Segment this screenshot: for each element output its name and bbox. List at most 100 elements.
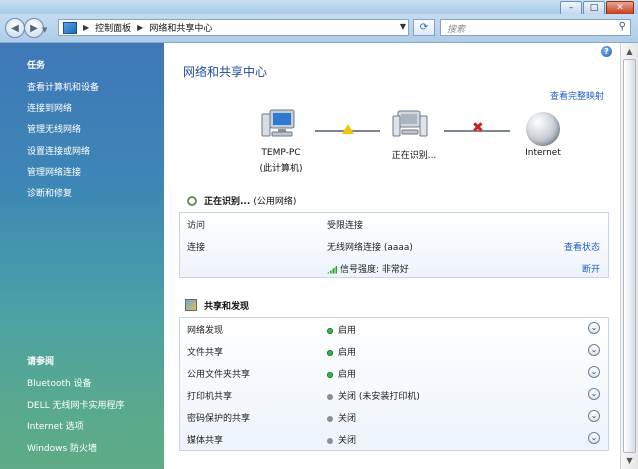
this-computer-label: (此计算机) [259, 164, 303, 174]
status-on-icon [327, 349, 333, 356]
search-icon[interactable]: ⚲ [619, 21, 626, 32]
password-sharing-value: 关闭 [327, 411, 356, 424]
sharing-icon [185, 299, 197, 311]
access-value: 受限连接 [327, 221, 364, 231]
back-button[interactable]: ◀ [5, 18, 25, 38]
status-off-icon [327, 437, 333, 444]
file-sharing-status: 启用 [338, 348, 357, 358]
scroll-up-icon[interactable]: ▲ [623, 45, 636, 58]
sidebar-link-dell-wireless[interactable]: DELL 无线网卡实用程序 [27, 398, 125, 411]
public-folder-sharing-label: 公用文件夹共享 [187, 370, 251, 380]
search-placeholder: 搜索 [447, 25, 466, 35]
help-icon[interactable]: ? [601, 46, 612, 57]
printer-sharing-status: 关闭 (未安装打印机) [338, 392, 420, 402]
sidebar-link-connect-network[interactable]: 连接到网络 [27, 101, 72, 114]
breadcrumb-network-center[interactable]: 网络和共享中心 [149, 21, 212, 34]
chevron-down-icon: ⌄ [590, 367, 598, 376]
password-sharing-label: 密码保护的共享 [187, 414, 251, 424]
public-folder-sharing-status: 启用 [338, 370, 357, 380]
view-full-map-link[interactable]: 查看完整映射 [550, 89, 604, 102]
sharing-header: 共享和发现 [204, 302, 250, 312]
warning-icon[interactable] [342, 124, 354, 134]
signal-strength-text: 信号强度: 非常好 [340, 265, 409, 275]
address-bar[interactable]: ▶ 控制面板 ▶ 网络和共享中心 ▼ [58, 19, 409, 36]
back-arrow-icon: ◀ [11, 22, 19, 34]
sharing-panel: 网络发现 启用 ⌄ 文件共享 启用 ⌄ 公用文件夹共享 启用 ⌄ 打印机共享 关… [179, 317, 609, 451]
sidebar-link-manage-connections[interactable]: 管理网络连接 [27, 165, 81, 178]
internet-globe-icon [526, 112, 560, 146]
network-discovery-status: 启用 [338, 326, 357, 336]
network-computers-icon [392, 110, 428, 137]
expand-button[interactable]: ⌄ [588, 322, 600, 334]
refresh-button[interactable]: ⟳ [413, 19, 435, 36]
media-sharing-value: 关闭 [327, 433, 356, 446]
forward-arrow-icon: ▶ [30, 22, 38, 34]
sidebar-link-firewall[interactable]: Windows 防火墙 [27, 441, 97, 454]
status-on-icon [327, 371, 333, 378]
network-type: (公用网络) [253, 197, 297, 207]
expand-button[interactable]: ⌄ [588, 388, 600, 400]
status-off-icon [327, 415, 333, 422]
printer-sharing-value: 关闭 (未安装打印机) [327, 389, 420, 402]
breadcrumb-control-panel[interactable]: 控制面板 [95, 21, 131, 34]
chevron-down-icon: ⌄ [590, 323, 598, 332]
network-details-panel: 访问 受限连接 连接 无线网络连接 (aaaa) 查看状态 信号强度: 非常好 … [179, 212, 609, 278]
status-off-icon [327, 393, 333, 400]
recent-pages-icon[interactable]: ▼ [42, 26, 47, 34]
sidebar: 任务 查看计算机和设备 连接到网络 管理无线网络 设置连接或网络 管理网络连接 … [0, 43, 164, 469]
media-sharing-label: 媒体共享 [187, 436, 224, 446]
vertical-scrollbar[interactable]: ▲ ▼ [620, 43, 638, 469]
connection-label: 连接 [187, 243, 206, 253]
window-controls: – □ ✕ [560, 1, 634, 15]
sidebar-link-setup-connection[interactable]: 设置连接或网络 [27, 144, 90, 157]
disconnected-x-icon[interactable]: ✖ [472, 120, 484, 136]
title-bar: – □ ✕ [0, 0, 638, 15]
sidebar-link-view-computers[interactable]: 查看计算机和设备 [27, 80, 99, 93]
sidebar-link-bluetooth[interactable]: Bluetooth 设备 [27, 376, 92, 389]
sidebar-link-internet-options[interactable]: Internet 选项 [27, 419, 84, 432]
scroll-thumb[interactable] [623, 59, 636, 453]
media-sharing-status: 关闭 [338, 436, 357, 446]
chevron-down-icon: ⌄ [590, 433, 598, 442]
this-computer-name: TEMP-PC [261, 148, 301, 158]
refresh-icon: ⟳ [419, 22, 429, 33]
forward-button[interactable]: ▶ [24, 18, 44, 38]
chevron-down-icon: ⌄ [590, 389, 598, 398]
network-discovery-value: 启用 [327, 323, 356, 336]
status-on-icon [327, 327, 333, 334]
sidebar-link-diagnose[interactable]: 诊断和修复 [27, 186, 72, 199]
main-content: ? 网络和共享中心 查看完整映射 TEMP-PC (此计算机) 正在识别... … [164, 43, 620, 469]
chevron-down-icon: ⌄ [590, 411, 598, 420]
file-sharing-value: 启用 [327, 345, 356, 358]
public-folder-sharing-value: 启用 [327, 367, 356, 380]
computer-icon [261, 109, 295, 137]
sidebar-link-manage-wireless[interactable]: 管理无线网络 [27, 122, 81, 135]
tasks-header: 任务 [27, 61, 46, 71]
network-name-heading: 正在识别... (公用网络) [204, 194, 296, 207]
search-input[interactable]: 搜索 ⚲ [440, 19, 631, 36]
minimize-button[interactable]: – [560, 1, 582, 15]
expand-button[interactable]: ⌄ [588, 410, 600, 422]
navigation-bar: ◀ ▶ ▼ ▶ 控制面板 ▶ 网络和共享中心 ▼ ⟳ 搜索 ⚲ [0, 14, 638, 43]
breadcrumb-arrow-icon[interactable]: ▶ [137, 23, 143, 32]
scroll-down-icon[interactable]: ▼ [623, 454, 636, 467]
file-sharing-label: 文件共享 [187, 348, 224, 358]
network-discovery-label: 网络发现 [187, 326, 224, 336]
printer-sharing-label: 打印机共享 [187, 392, 233, 402]
expand-button[interactable]: ⌄ [588, 344, 600, 356]
breadcrumb-arrow-icon[interactable]: ▶ [83, 23, 89, 32]
access-label: 访问 [187, 221, 206, 231]
close-button[interactable]: ✕ [606, 1, 634, 15]
disconnect-link[interactable]: 断开 [582, 262, 600, 275]
connection-value: 无线网络连接 (aaaa) [327, 243, 413, 253]
network-identifying-label: 正在识别... [391, 151, 437, 161]
network-status-icon [187, 196, 197, 206]
expand-button[interactable]: ⌄ [588, 366, 600, 378]
maximize-button[interactable]: □ [583, 1, 605, 15]
network-name: 正在识别... [204, 197, 251, 207]
password-sharing-status: 关闭 [338, 414, 357, 424]
signal-bars-icon [327, 265, 337, 274]
view-status-link[interactable]: 查看状态 [564, 240, 600, 253]
expand-button[interactable]: ⌄ [588, 432, 600, 444]
address-dropdown-icon[interactable]: ▼ [400, 22, 406, 31]
